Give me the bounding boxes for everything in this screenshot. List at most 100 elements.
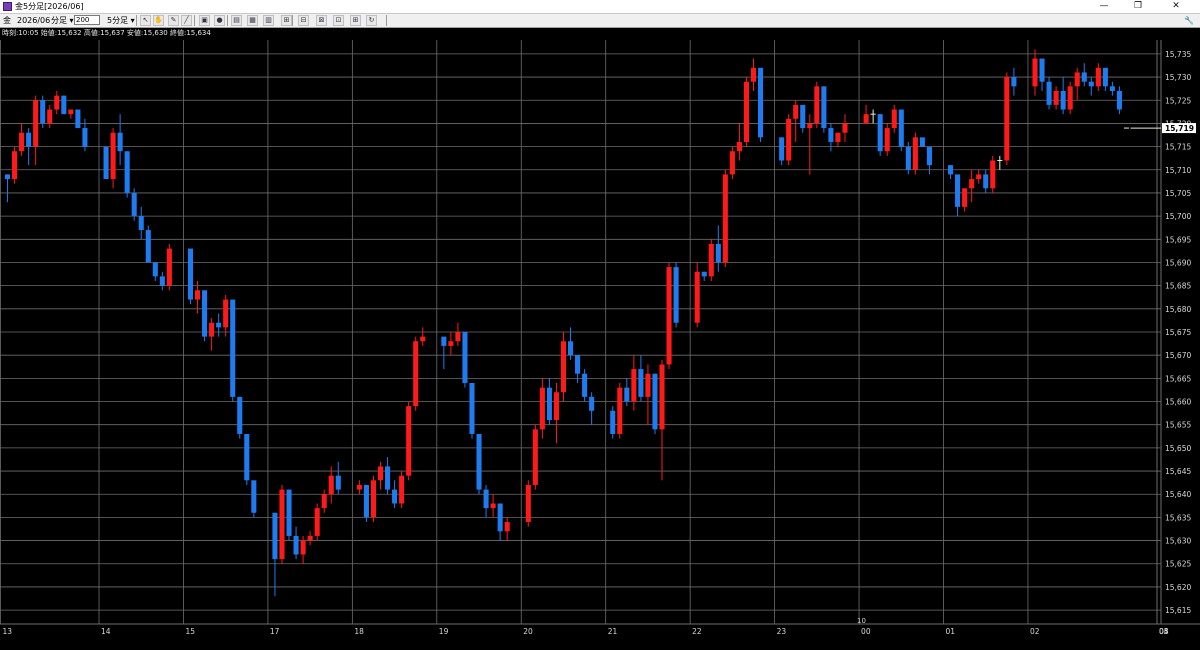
candle-body[interactable] xyxy=(286,489,292,536)
candle-body[interactable] xyxy=(68,109,74,115)
candle-body[interactable] xyxy=(525,484,531,523)
candle-body[interactable] xyxy=(223,299,229,328)
candle-body[interactable] xyxy=(786,118,792,161)
candle-body[interactable] xyxy=(976,174,982,180)
candle-body[interactable] xyxy=(708,243,714,277)
wrench-icon[interactable]: 🔧 xyxy=(1184,14,1194,27)
candle-body[interactable] xyxy=(1102,67,1108,87)
bar-count-input[interactable] xyxy=(74,15,100,25)
candle-body[interactable] xyxy=(553,392,559,421)
candle-body[interactable] xyxy=(1039,58,1045,82)
candle-body[interactable] xyxy=(420,336,426,342)
indicator-icon-2[interactable]: ⊟ xyxy=(298,15,309,26)
candle-body[interactable] xyxy=(33,100,39,147)
refresh-icon[interactable]: ↻ xyxy=(366,15,377,26)
candle-body[interactable] xyxy=(82,128,88,147)
candle-body[interactable] xyxy=(757,67,764,138)
candle-body[interactable] xyxy=(800,104,806,129)
candle-body[interactable] xyxy=(54,95,60,110)
candle-body[interactable] xyxy=(385,466,391,490)
candle-body[interactable] xyxy=(47,109,53,124)
candle-body[interactable] xyxy=(589,396,595,411)
indicator-icon-3[interactable]: ⊠ xyxy=(316,15,327,26)
table-icon[interactable]: ▥ xyxy=(263,15,274,26)
candle-body[interactable] xyxy=(138,216,144,231)
candle-body[interactable] xyxy=(19,132,25,152)
candle-body[interactable] xyxy=(912,137,918,170)
candle-body[interactable] xyxy=(567,341,574,356)
candle-body[interactable] xyxy=(645,373,651,397)
minimize-button[interactable]: — xyxy=(1088,0,1120,13)
candle-body[interactable] xyxy=(807,123,813,129)
candle-body[interactable] xyxy=(209,322,215,337)
candle-body[interactable] xyxy=(321,494,327,509)
candle-body[interactable] xyxy=(1081,72,1087,82)
candle-body[interactable] xyxy=(279,489,285,560)
candle-body[interactable] xyxy=(631,369,637,402)
candle-body[interactable] xyxy=(448,341,454,346)
line-draw-icon[interactable]: ╱ xyxy=(181,15,192,26)
candle-body[interactable] xyxy=(624,387,630,402)
candle-body[interactable] xyxy=(462,332,468,383)
candle-body[interactable] xyxy=(124,151,130,193)
candle-body[interactable] xyxy=(575,355,581,374)
candle-body[interactable] xyxy=(1095,67,1101,87)
candle-body[interactable] xyxy=(251,480,257,513)
candle-body[interactable] xyxy=(392,489,398,504)
candle-body[interactable] xyxy=(335,475,341,490)
candle-body[interactable] xyxy=(560,341,567,393)
candle-body[interactable] xyxy=(821,86,827,129)
candle-body[interactable] xyxy=(666,267,672,365)
candle-body[interactable] xyxy=(884,128,890,152)
color-circle-icon[interactable]: ● xyxy=(214,15,225,26)
candle-body[interactable] xyxy=(490,503,496,509)
candle-body[interactable] xyxy=(455,332,461,342)
candle-body[interactable] xyxy=(729,151,735,175)
candle-body[interactable] xyxy=(483,489,489,509)
candle-body[interactable] xyxy=(1060,90,1066,110)
candle-body[interactable] xyxy=(152,262,158,277)
candle-body[interactable] xyxy=(898,109,904,147)
candle-body[interactable] xyxy=(159,276,165,286)
candle-body[interactable] xyxy=(202,290,208,337)
candle-body[interactable] xyxy=(166,248,172,286)
candle-body[interactable] xyxy=(1074,72,1080,87)
candle-body[interactable] xyxy=(1116,90,1122,110)
candle-body[interactable] xyxy=(244,433,250,481)
candle-body[interactable] xyxy=(546,387,552,421)
hand-icon[interactable]: ✋ xyxy=(153,15,164,26)
candle-body[interactable] xyxy=(814,86,820,124)
candle-body[interactable] xyxy=(1053,90,1059,105)
candle-body[interactable] xyxy=(26,132,32,147)
candle-body[interactable] xyxy=(230,299,236,397)
contract-label[interactable]: 2026/06 xyxy=(17,14,50,27)
candle-body[interactable] xyxy=(877,114,883,152)
candle-body[interactable] xyxy=(103,146,109,180)
candle-body[interactable] xyxy=(293,535,299,555)
candle-body[interactable] xyxy=(406,406,412,476)
candle-body[interactable] xyxy=(617,387,623,434)
candle-body[interactable] xyxy=(955,174,961,207)
candle-body[interactable] xyxy=(370,480,377,518)
candle-body[interactable] xyxy=(314,508,320,536)
close-button[interactable]: ✕ xyxy=(1160,0,1192,13)
candle-body[interactable] xyxy=(272,512,278,560)
candle-body[interactable] xyxy=(750,67,757,82)
candle-body[interactable] xyxy=(1004,77,1010,161)
candle-body[interactable] xyxy=(969,179,975,189)
candle-body[interactable] xyxy=(1067,86,1073,110)
candle-body[interactable] xyxy=(539,387,545,430)
candle-body[interactable] xyxy=(399,475,405,504)
grid-icon[interactable]: ▦ xyxy=(247,15,258,26)
candle-body[interactable] xyxy=(363,484,369,518)
candle-body[interactable] xyxy=(694,271,700,323)
maximize-button[interactable]: ❐ xyxy=(1122,0,1154,13)
candle-body[interactable] xyxy=(962,188,968,207)
candle-body[interactable] xyxy=(131,192,137,217)
candle-body[interactable] xyxy=(793,104,799,119)
candle-body[interactable] xyxy=(582,373,588,397)
indicator-icon[interactable]: ⊞ xyxy=(281,15,292,26)
candle-body[interactable] xyxy=(237,396,243,434)
candle-body[interactable] xyxy=(983,174,989,189)
candle-body[interactable] xyxy=(835,132,841,142)
